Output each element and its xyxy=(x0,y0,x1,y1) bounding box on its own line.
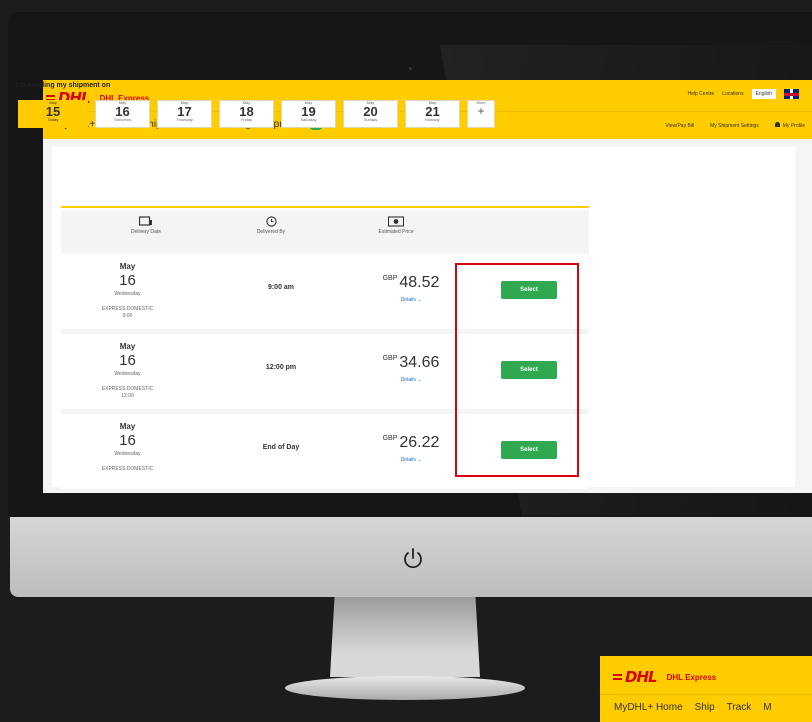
price-currency: GBP xyxy=(382,275,398,282)
monitor-stand-base xyxy=(285,676,525,700)
date-tab-label: Friday xyxy=(240,117,253,123)
row-month: May xyxy=(119,422,136,431)
mini-dhl-header: DHL DHL Express MyDHL+ Home Ship Track M xyxy=(600,656,812,722)
date-tab-19[interactable]: May 19 Saturday xyxy=(281,100,336,128)
date-tab-label: Monday xyxy=(425,117,440,123)
logo-mark: DHL xyxy=(613,668,658,686)
column-delivered-by: Delivered By xyxy=(226,216,316,235)
column-label: Delivery Date xyxy=(130,229,161,235)
row-price: GBP 26.22 xyxy=(356,434,466,452)
date-tab-label: Saturday xyxy=(300,117,317,123)
column-label: Delivered By xyxy=(256,229,286,235)
mini-divider xyxy=(600,694,812,695)
details-link[interactable]: Details ⌄ xyxy=(356,457,466,463)
row-day: 16 xyxy=(119,352,136,369)
price-currency: GBP xyxy=(382,355,398,362)
date-tab-15[interactable]: May 15 Today xyxy=(18,100,88,128)
row-delivered-by: 9:00 am xyxy=(267,284,295,291)
locations-link[interactable]: Locations xyxy=(722,91,743,97)
row-delivered-by: 12:00 pm xyxy=(265,364,297,371)
date-tab-18[interactable]: May 18 Friday xyxy=(219,100,274,128)
price-amount: 48.52 xyxy=(399,274,440,291)
person-icon xyxy=(774,122,780,127)
help-centre-link[interactable]: Help Centre xyxy=(688,91,715,97)
column-delivery-date: Delivery Date xyxy=(101,216,191,235)
page-heading: I'm sending my shipment on xyxy=(16,82,111,89)
product-name: EXPRESS DOMESTIC xyxy=(101,386,154,392)
logo-brand: DHL Express xyxy=(666,672,717,682)
mini-nav-home: MyDHL+ Home xyxy=(614,702,683,713)
money-icon xyxy=(388,216,404,227)
date-tab-17[interactable]: May 17 Thursday xyxy=(157,100,212,128)
mini-nav: MyDHL+ Home Ship Track M xyxy=(614,702,772,713)
row-delivered-by: End of Day xyxy=(262,444,300,451)
uk-flag-icon[interactable] xyxy=(784,89,799,99)
mini-nav-track: Track xyxy=(726,702,752,713)
product-time: 9:00 xyxy=(122,312,133,319)
plus-icon: + xyxy=(477,104,485,119)
date-tab-label: Tomorrow xyxy=(113,117,132,123)
product-time: 12:00 xyxy=(121,392,134,399)
row-product: EXPRESS DOMESTIC 9:00 xyxy=(61,306,194,319)
nav-shipment-settings[interactable]: My Shipment Settings xyxy=(710,123,759,129)
language-selector[interactable]: English xyxy=(751,89,776,99)
row-price: GBP 34.66 xyxy=(356,354,466,372)
nav-view-pay-bill[interactable]: View/Pay Bill xyxy=(665,123,694,129)
camera-dot xyxy=(409,67,412,70)
product-name: EXPRESS DOMESTIC xyxy=(101,466,154,472)
row-product: EXPRESS DOMESTIC 12:00 xyxy=(61,386,194,399)
date-tab-20[interactable]: May 20 Sunday xyxy=(343,100,398,128)
clock-icon xyxy=(265,216,277,227)
date-tab-label: Thursday xyxy=(176,117,193,123)
mini-nav-manage: M xyxy=(763,702,772,713)
more-dates-tab[interactable]: More + xyxy=(467,100,495,128)
mini-nav-ship: Ship xyxy=(694,702,715,713)
monitor-stand-neck xyxy=(330,597,480,677)
truck-icon xyxy=(139,216,152,226)
row-weekday: Wednesday xyxy=(114,291,141,297)
price-amount: 26.22 xyxy=(399,434,440,451)
nav-my-profile-label: My Profile xyxy=(782,123,805,129)
row-price: GBP 48.52 xyxy=(356,274,466,292)
nav-my-profile[interactable]: My Profile xyxy=(774,122,805,129)
price-currency: GBP xyxy=(382,435,398,442)
row-product: EXPRESS DOMESTIC xyxy=(61,466,194,473)
row-weekday: Wednesday xyxy=(114,451,141,457)
select-highlight-box xyxy=(455,263,579,477)
power-icon xyxy=(404,548,422,569)
mini-dhl-logo: DHL DHL Express xyxy=(613,668,717,686)
date-tabs: May 15 Today May 16 Tomorrow May 17 Thur… xyxy=(18,100,495,128)
row-month: May xyxy=(119,342,136,351)
row-month: May xyxy=(119,262,136,271)
date-tabs-underline xyxy=(61,206,589,208)
row-day: 16 xyxy=(119,432,136,449)
column-estimated-price: Estimated Price xyxy=(351,216,441,235)
date-tab-21[interactable]: May 21 Monday xyxy=(405,100,460,128)
date-tab-label: Today xyxy=(47,117,59,123)
details-link[interactable]: Details ⌄ xyxy=(356,377,466,383)
date-tab-label: Sunday xyxy=(363,117,378,123)
column-label: Estimated Price xyxy=(378,229,414,235)
utility-links: Help Centre Locations English xyxy=(688,89,799,99)
row-weekday: Wednesday xyxy=(114,371,141,377)
details-link[interactable]: Details ⌄ xyxy=(356,297,466,303)
row-day: 16 xyxy=(119,272,136,289)
product-name: EXPRESS DOMESTIC xyxy=(101,306,154,312)
date-tab-16[interactable]: May 16 Tomorrow xyxy=(95,100,150,128)
price-amount: 34.66 xyxy=(399,354,440,371)
